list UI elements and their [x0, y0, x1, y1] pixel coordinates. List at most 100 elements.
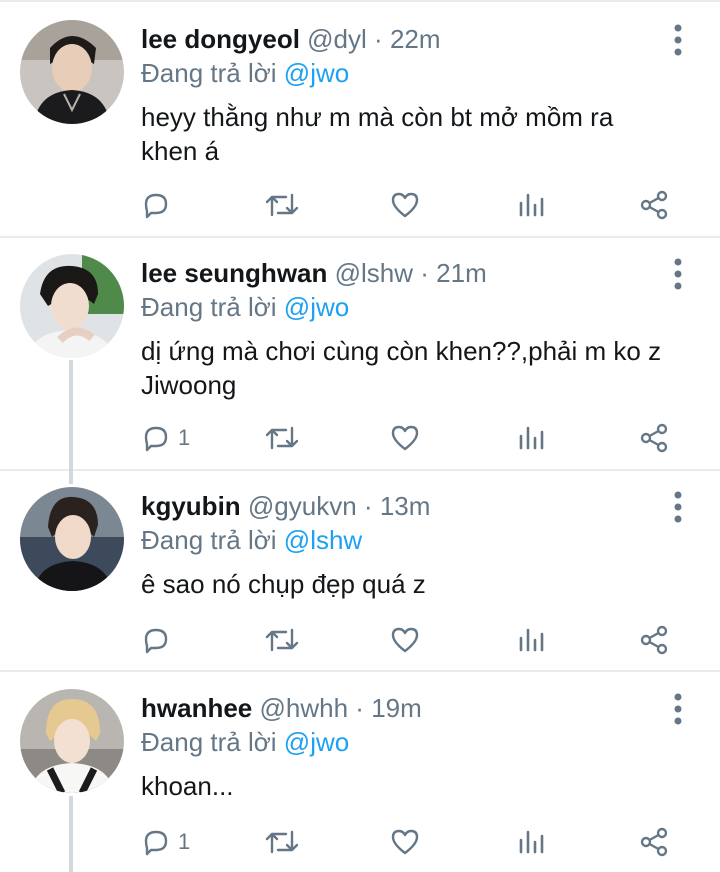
display-name[interactable]: hwanhee [141, 693, 252, 723]
mention-link[interactable]: @lshw [284, 525, 362, 555]
tweet-text: ê sao nó chụp đẹp quá z [141, 567, 681, 601]
share-icon [640, 190, 668, 220]
display-name[interactable]: lee dongyeol [141, 24, 300, 54]
replying-to: Đang trả lời @jwo [141, 290, 349, 324]
replying-to: Đang trả lời @lshw [141, 523, 362, 557]
timestamp[interactable]: 13m [380, 491, 431, 521]
avatar[interactable] [20, 689, 124, 793]
timestamp[interactable]: 21m [436, 258, 487, 288]
replying-to: Đang trả lời @jwo [141, 725, 349, 759]
more-icon[interactable] [668, 691, 688, 727]
tweet-text-line: Jiwoong [141, 370, 237, 400]
action-bar: 1 [0, 822, 720, 862]
tweet-divider [0, 236, 720, 238]
share-button[interactable] [638, 185, 670, 225]
retweet-button[interactable] [264, 822, 300, 862]
tweet-header: lee dongyeol @dyl · 22m [141, 20, 441, 58]
separator-dot: · [355, 693, 364, 723]
user-handle[interactable]: @hwhh [259, 693, 348, 723]
analytics-icon [519, 193, 544, 217]
more-icon[interactable] [668, 489, 688, 525]
mention-link[interactable]: @jwo [284, 727, 349, 757]
retweet-icon [265, 628, 299, 652]
analytics-button[interactable] [516, 185, 546, 225]
user-handle[interactable]: @lshw [335, 258, 413, 288]
mention-link[interactable]: @jwo [284, 58, 349, 88]
action-bar: 1 [0, 418, 720, 458]
share-icon [640, 423, 668, 453]
tweet-text-line: khen á [141, 136, 220, 166]
user-handle[interactable]: @gyukvn [248, 491, 357, 521]
reply-count: 1 [178, 425, 191, 450]
like-button[interactable] [389, 185, 421, 225]
tweet-header: hwanhee @hwhh · 19m [141, 689, 422, 727]
like-button[interactable] [389, 620, 421, 660]
user-handle[interactable]: @dyl [307, 24, 367, 54]
share-icon [640, 827, 668, 857]
reply-button[interactable]: 1 [140, 418, 190, 458]
reply-icon [144, 830, 168, 856]
tweet-text: khoan... [141, 769, 681, 803]
avatar[interactable] [20, 487, 124, 591]
like-button[interactable] [389, 418, 421, 458]
display-name[interactable]: kgyubin [141, 491, 241, 521]
analytics-icon [519, 426, 544, 450]
action-bar [0, 185, 720, 225]
avatar[interactable] [20, 20, 124, 124]
analytics-button[interactable] [516, 620, 546, 660]
tweet-divider [0, 670, 720, 672]
more-icon[interactable] [668, 22, 688, 58]
reply-button[interactable]: 1 [140, 822, 190, 862]
like-icon [391, 627, 419, 653]
reply-icon [144, 426, 168, 452]
retweet-button[interactable] [264, 418, 300, 458]
tweet[interactable]: lee dongyeol @dyl · 22m Đang trả lời @jw… [0, 20, 720, 236]
tweet[interactable]: hwanhee @hwhh · 19m Đang trả lời @jwo kh… [0, 689, 720, 872]
reply-button[interactable] [140, 620, 178, 660]
like-icon [391, 192, 419, 218]
tweet-divider [0, 469, 720, 471]
tweet-text-line: khoan... [141, 771, 234, 801]
tweet[interactable]: lee seunghwan @lshw · 21m Đang trả lời @… [0, 254, 720, 469]
replying-to-label: Đang trả lời [141, 58, 277, 88]
analytics-button[interactable] [516, 418, 546, 458]
separator-dot: · [374, 24, 383, 54]
reply-icon [144, 193, 168, 219]
tweet-text-line: heyy thằng như m mà còn bt mở mồm ra [141, 102, 614, 132]
analytics-button[interactable] [516, 822, 546, 862]
tweet-text: heyy thằng như m mà còn bt mở mồm ra khe… [141, 100, 681, 168]
reply-icon [144, 628, 168, 654]
retweet-icon [265, 193, 299, 217]
avatar[interactable] [20, 254, 124, 358]
tweet-text-line: ê sao nó chụp đẹp quá z [141, 569, 426, 599]
share-button[interactable] [638, 620, 670, 660]
like-icon [391, 425, 419, 451]
mention-link[interactable]: @jwo [284, 292, 349, 322]
like-icon [391, 829, 419, 855]
retweet-icon [265, 830, 299, 854]
replying-to-label: Đang trả lời [141, 292, 277, 322]
reply-count: 1 [178, 829, 191, 854]
display-name[interactable]: lee seunghwan [141, 258, 327, 288]
analytics-icon [519, 830, 544, 854]
separator-dot: · [363, 491, 373, 521]
timestamp[interactable]: 19m [371, 693, 422, 723]
replying-to: Đang trả lời @jwo [141, 56, 349, 90]
more-icon[interactable] [668, 256, 688, 292]
tweet[interactable]: kgyubin @gyukvn · 13m Đang trả lời @lshw… [0, 487, 720, 670]
share-icon [640, 625, 668, 655]
tweet-text-line: dị ứng mà chơi cùng còn khen??,phải m ko… [141, 336, 662, 366]
share-button[interactable] [638, 418, 670, 458]
share-button[interactable] [638, 822, 670, 862]
tweet-text: dị ứng mà chơi cùng còn khen??,phải m ko… [141, 334, 681, 402]
retweet-button[interactable] [264, 620, 300, 660]
retweet-button[interactable] [264, 185, 300, 225]
reply-feed: lee dongyeol @dyl · 22m Đang trả lời @jw… [0, 0, 720, 872]
tweet-header: kgyubin @gyukvn · 13m [141, 487, 430, 525]
reply-button[interactable] [140, 185, 178, 225]
like-button[interactable] [389, 822, 421, 862]
timestamp[interactable]: 22m [390, 24, 441, 54]
analytics-icon [519, 628, 544, 652]
separator-dot: · [420, 258, 429, 288]
replying-to-label: Đang trả lời [141, 727, 277, 757]
